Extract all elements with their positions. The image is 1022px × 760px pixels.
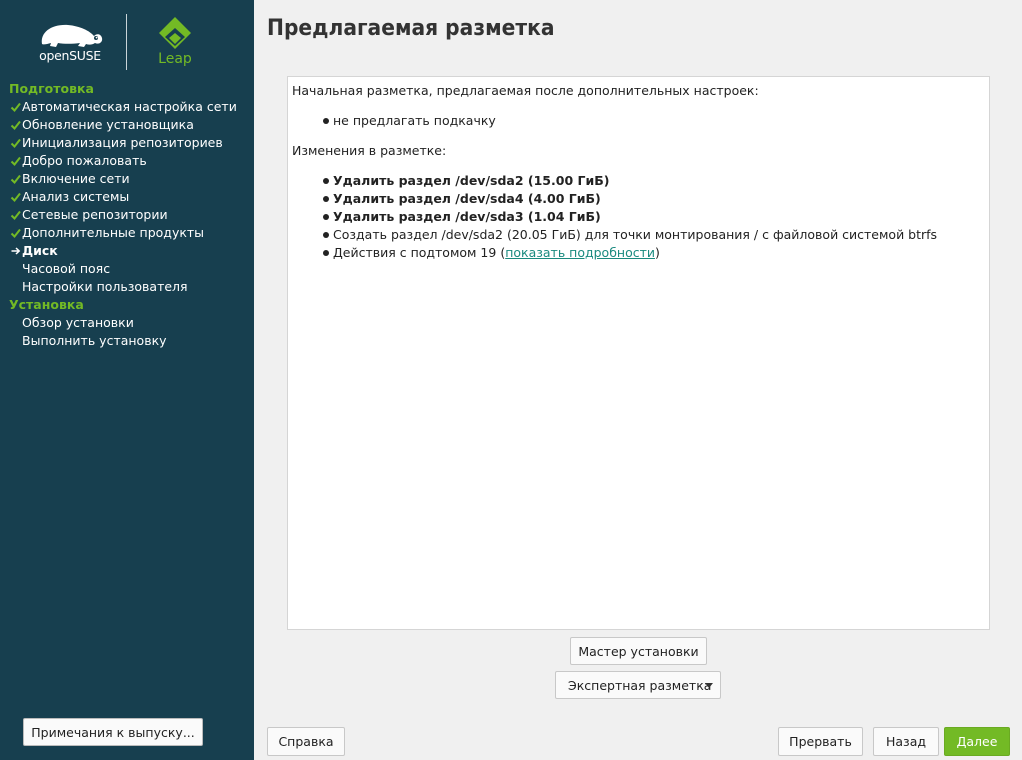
step-online-repos: Сетевые репозитории (0, 206, 254, 224)
initial-layout-item: не предлагать подкачку (323, 113, 496, 128)
opensuse-logo: openSUSE (34, 20, 106, 66)
bullet-icon (323, 196, 329, 202)
step-disk: Диск (0, 242, 254, 260)
item-text-suffix: ) (655, 245, 660, 260)
bullet-icon (323, 178, 329, 184)
step-network-autoconfig: Автоматическая настройка сети (0, 98, 254, 116)
leap-logo: Leap (152, 16, 200, 68)
change-item-delete-sda4: Удалить раздел /dev/sda4 (4.00 ГиБ) (323, 191, 601, 206)
step-label: Добро пожаловать (22, 153, 147, 168)
step-clock-and-timezone: Часовой пояс (0, 260, 254, 278)
proposal-summary-panel: Начальная разметка, предлагаемая после д… (287, 76, 990, 630)
changes-heading: Изменения в разметке: (292, 143, 447, 158)
section-title-preparation: Подготовка (9, 81, 94, 96)
next-button[interactable]: Далее (944, 727, 1010, 756)
step-label: Обзор установки (22, 315, 134, 330)
abort-button[interactable]: Прервать (778, 727, 863, 756)
checkmark-icon (10, 192, 21, 203)
change-item-delete-sda2: Удалить раздел /dev/sda2 (15.00 ГиБ) (323, 173, 609, 188)
leap-wordmark: Leap (158, 51, 192, 67)
guided-setup-button[interactable]: Мастер установки (570, 637, 707, 665)
opensuse-wordmark: openSUSE (39, 48, 101, 63)
step-add-on-products: Дополнительные продукты (0, 224, 254, 242)
checkmark-icon (10, 228, 21, 239)
step-label: Часовой пояс (22, 261, 111, 276)
step-installation-overview: Обзор установки (0, 314, 254, 332)
section-title-installation: Установка (9, 297, 84, 312)
checkmark-icon (10, 174, 21, 185)
step-label: Автоматическая настройка сети (22, 99, 237, 114)
item-text: Удалить раздел /dev/sda2 (15.00 ГиБ) (333, 173, 610, 188)
checkmark-icon (10, 156, 21, 167)
step-network-enable: Включение сети (0, 170, 254, 188)
change-item-delete-sda3: Удалить раздел /dev/sda3 (1.04 ГиБ) (323, 209, 601, 224)
chevron-down-icon (705, 683, 713, 688)
step-label: Инициализация репозиториев (22, 135, 223, 150)
step-user-settings: Настройки пользователя (0, 278, 254, 296)
step-label: Включение сети (22, 171, 130, 186)
initial-layout-heading: Начальная разметка, предлагаемая после д… (292, 83, 759, 98)
sidebar: openSUSE Leap Подготовка Автоматическая … (0, 0, 254, 760)
checkmark-icon (10, 210, 21, 221)
release-notes-button[interactable]: Примечания к выпуску... (23, 718, 203, 746)
logo-divider (126, 14, 127, 70)
step-label: Сетевые репозитории (22, 207, 168, 222)
step-welcome: Добро пожаловать (0, 152, 254, 170)
step-label: Диск (22, 243, 58, 258)
step-label: Выполнить установку (22, 333, 167, 348)
item-text: Действия с подтомом 19 ( (333, 245, 506, 260)
checkmark-icon (10, 138, 21, 149)
bullet-icon (323, 214, 329, 220)
step-repo-init: Инициализация репозиториев (0, 134, 254, 152)
step-label: Дополнительные продукты (22, 225, 205, 240)
expert-partitioner-menu-button[interactable]: Экспертная разметка (555, 671, 721, 699)
step-label: Настройки пользователя (22, 279, 188, 294)
bullet-icon (323, 250, 329, 256)
checkmark-icon (10, 102, 21, 113)
page-title: Предлагаемая разметка (267, 16, 555, 41)
leap-diamond-icon (159, 17, 191, 49)
change-item-subvolumes: Действия с подтомом 19 (показать подробн… (323, 245, 660, 260)
checkmark-icon (10, 120, 21, 131)
step-system-analysis: Анализ системы (0, 188, 254, 206)
arrow-right-icon (11, 247, 21, 255)
step-perform-installation: Выполнить установку (0, 332, 254, 350)
item-text: Создать раздел /dev/sda2 (20.05 ГиБ) для… (333, 227, 938, 242)
step-installer-update: Обновление установщика (0, 116, 254, 134)
item-text: Удалить раздел /dev/sda3 (1.04 ГиБ) (333, 209, 601, 224)
chameleon-icon (41, 24, 103, 47)
help-button[interactable]: Справка (267, 727, 345, 756)
change-item-create-sda2: Создать раздел /dev/sda2 (20.05 ГиБ) для… (323, 227, 937, 242)
step-label: Обновление установщика (22, 117, 194, 132)
item-text: Удалить раздел /dev/sda4 (4.00 ГиБ) (333, 191, 601, 206)
bullet-icon (323, 232, 329, 238)
item-text: не предлагать подкачку (333, 113, 496, 128)
bullet-icon (323, 118, 329, 124)
back-button[interactable]: Назад (873, 727, 939, 756)
expert-partitioner-label: Экспертная разметка (568, 677, 712, 693)
step-label: Анализ системы (22, 189, 130, 204)
show-details-link[interactable]: показать подробности (505, 245, 655, 260)
installation-steps: Подготовка Автоматическая настройка сети… (0, 80, 254, 350)
